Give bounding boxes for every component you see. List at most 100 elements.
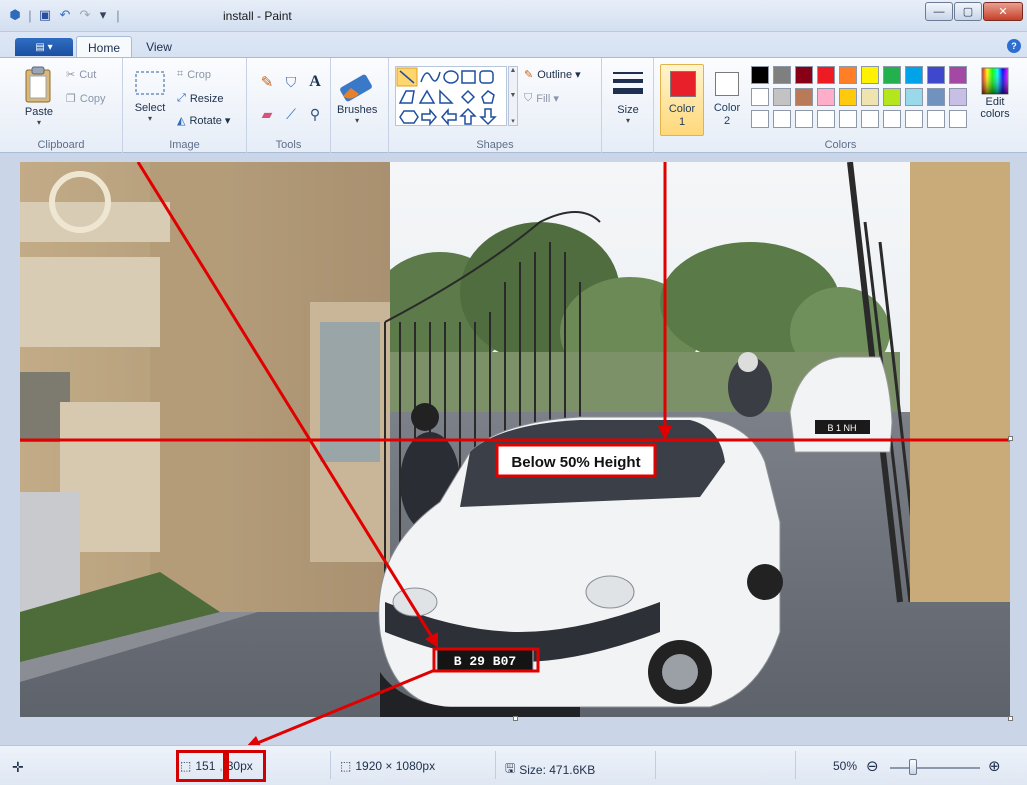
canvas-resize-handle-right[interactable] — [1008, 436, 1013, 441]
palette-swatch[interactable] — [795, 66, 813, 84]
palette-swatch[interactable] — [773, 66, 791, 84]
zoom-in-button[interactable]: ⊕ — [988, 757, 1001, 775]
palette-swatch[interactable] — [817, 110, 835, 128]
palette-swatch[interactable] — [861, 110, 879, 128]
fill-tool[interactable]: ⛉ — [281, 72, 301, 92]
palette-swatch[interactable] — [861, 88, 879, 106]
palette-swatch[interactable] — [839, 110, 857, 128]
palette-swatch[interactable] — [817, 88, 835, 106]
palette-swatch[interactable] — [949, 88, 967, 106]
palette-swatch[interactable] — [949, 66, 967, 84]
scroll-up-icon[interactable]: ▲ — [510, 67, 517, 74]
scroll-down-icon[interactable]: ▼ — [510, 92, 517, 99]
customize-quick-access-icon[interactable]: ▾ — [96, 6, 110, 24]
undo-icon[interactable]: ↶ — [56, 6, 74, 24]
palette-swatch[interactable] — [795, 88, 813, 106]
text-tool[interactable]: A — [305, 72, 325, 92]
shapes-gallery[interactable] — [395, 66, 507, 127]
color1-number: 1 — [678, 116, 686, 128]
fill-label: Fill ▾ — [536, 93, 559, 105]
tab-home[interactable]: Home — [76, 36, 132, 58]
palette-swatch[interactable] — [773, 110, 791, 128]
cut-button[interactable]: ✂ Cut — [66, 68, 96, 82]
resize-button[interactable]: ⤢ Resize — [177, 92, 223, 105]
brushes-button[interactable]: Brushes ▾ — [337, 66, 377, 125]
save-icon[interactable]: ▣ — [36, 6, 54, 24]
magnifier-tool[interactable]: ⚲ — [305, 104, 325, 124]
outline-button[interactable]: ✎ Outline ▾ — [524, 68, 581, 81]
minimize-button[interactable]: — — [925, 2, 953, 21]
photo-image: B 1 NH B 29 B07 Below 50% Height — [20, 162, 1010, 717]
expand-gallery-icon[interactable]: ▾ — [511, 117, 515, 125]
palette-swatch[interactable] — [839, 66, 857, 84]
palette-swatch[interactable] — [751, 66, 769, 84]
palette-swatch[interactable] — [751, 110, 769, 128]
eraser-tool[interactable]: ▰ — [257, 104, 277, 124]
paste-icon — [25, 66, 51, 103]
disk-icon: 🖫 — [505, 761, 516, 775]
palette-swatch[interactable] — [839, 88, 857, 106]
palette-swatch[interactable] — [817, 66, 835, 84]
annotation-label: Below 50% Height — [511, 454, 640, 471]
outline-label: Outline ▾ — [537, 69, 581, 81]
close-button[interactable]: ✕ — [983, 2, 1023, 21]
color1-button[interactable]: Color 1 — [660, 64, 704, 136]
zoom-out-button[interactable]: ⊖ — [866, 757, 879, 775]
palette-swatch[interactable] — [883, 88, 901, 106]
file-menu-button[interactable]: ▤ ▾ — [15, 38, 73, 56]
zoom-slider-track[interactable] — [890, 767, 980, 769]
palette-swatch[interactable] — [883, 66, 901, 84]
resize-icon: ⤢ — [177, 92, 186, 104]
copy-button[interactable]: ❐ Copy — [66, 92, 106, 106]
crop-icon: ⌗ — [177, 68, 184, 80]
title-bar: ⬢ | ▣ ↶ ↷ ▾ | install - Paint — ▢ ✕ — [0, 0, 1027, 32]
palette-swatch[interactable] — [949, 110, 967, 128]
zoom-level: 50% — [833, 759, 858, 773]
paint-app-icon[interactable]: ⬢ — [6, 6, 24, 24]
tab-view[interactable]: View — [136, 36, 182, 58]
crop-button[interactable]: ⌗ Crop — [177, 68, 211, 81]
image-group: Select ▾ ⌗ Crop ⤢ Resize ◭ Rotate ▾ Imag… — [123, 58, 247, 153]
help-icon[interactable]: ? — [1007, 39, 1021, 53]
palette-swatch[interactable] — [795, 110, 813, 128]
pencil-tool[interactable]: ✎ — [257, 72, 277, 92]
maximize-button[interactable]: ▢ — [954, 2, 982, 21]
paste-button[interactable]: Paste ▾ — [22, 66, 56, 127]
palette-swatch[interactable] — [927, 66, 945, 84]
size-button[interactable]: Size ▾ — [610, 66, 646, 125]
ribbon-tabs: ▤ ▾ Home View ? — [0, 32, 1027, 58]
palette-swatch[interactable] — [751, 88, 769, 106]
canvas-resize-handle-bottom[interactable] — [513, 716, 518, 721]
shapes-gallery-scroller[interactable]: ▲ ▼ ▾ — [508, 66, 518, 126]
color2-button[interactable]: Color 2 — [708, 64, 746, 136]
window-title: install - Paint — [223, 9, 292, 23]
ribbon: Paste ▾ ✂ Cut ❐ Copy Clipboard Select ▾ … — [0, 57, 1027, 153]
edit-colors-button[interactable]: Edit colors — [980, 66, 1010, 120]
palette-swatch[interactable] — [905, 88, 923, 106]
palette-swatch[interactable] — [927, 88, 945, 106]
fill-button[interactable]: ⛉ Fill ▾ — [524, 92, 559, 105]
canvas-resize-handle-corner[interactable] — [1008, 716, 1013, 721]
move-cursor-icon: ✛ — [12, 759, 24, 775]
cursor-y-highlight — [226, 750, 266, 782]
colors-group: Color 1 Color 2 Edit colors Colors — [654, 58, 1027, 153]
scissors-icon: ✂ — [66, 69, 76, 81]
palette-swatch[interactable] — [927, 110, 945, 128]
select-button[interactable]: Select ▾ — [133, 66, 167, 123]
pillar — [910, 162, 1010, 602]
edit-colors-label-2: colors — [980, 108, 1010, 120]
palette-swatch[interactable] — [905, 110, 923, 128]
fill-icon: ⛉ — [524, 92, 533, 104]
color-picker-tool[interactable]: ⟋ — [281, 104, 301, 124]
palette-swatch[interactable] — [883, 110, 901, 128]
license-plate-text: B 29 B07 — [454, 654, 516, 669]
rotate-button[interactable]: ◭ Rotate ▾ — [177, 114, 230, 127]
palette-swatch[interactable] — [861, 66, 879, 84]
drawing-canvas[interactable]: B 1 NH B 29 B07 Below 50% Height — [20, 162, 1010, 717]
zoom-slider-thumb[interactable] — [908, 759, 917, 775]
size-label: Size — [617, 104, 639, 116]
palette-swatch[interactable] — [905, 66, 923, 84]
palette-swatch[interactable] — [773, 88, 791, 106]
redo-icon[interactable]: ↷ — [76, 6, 94, 24]
brushes-label: Brushes — [337, 104, 378, 116]
